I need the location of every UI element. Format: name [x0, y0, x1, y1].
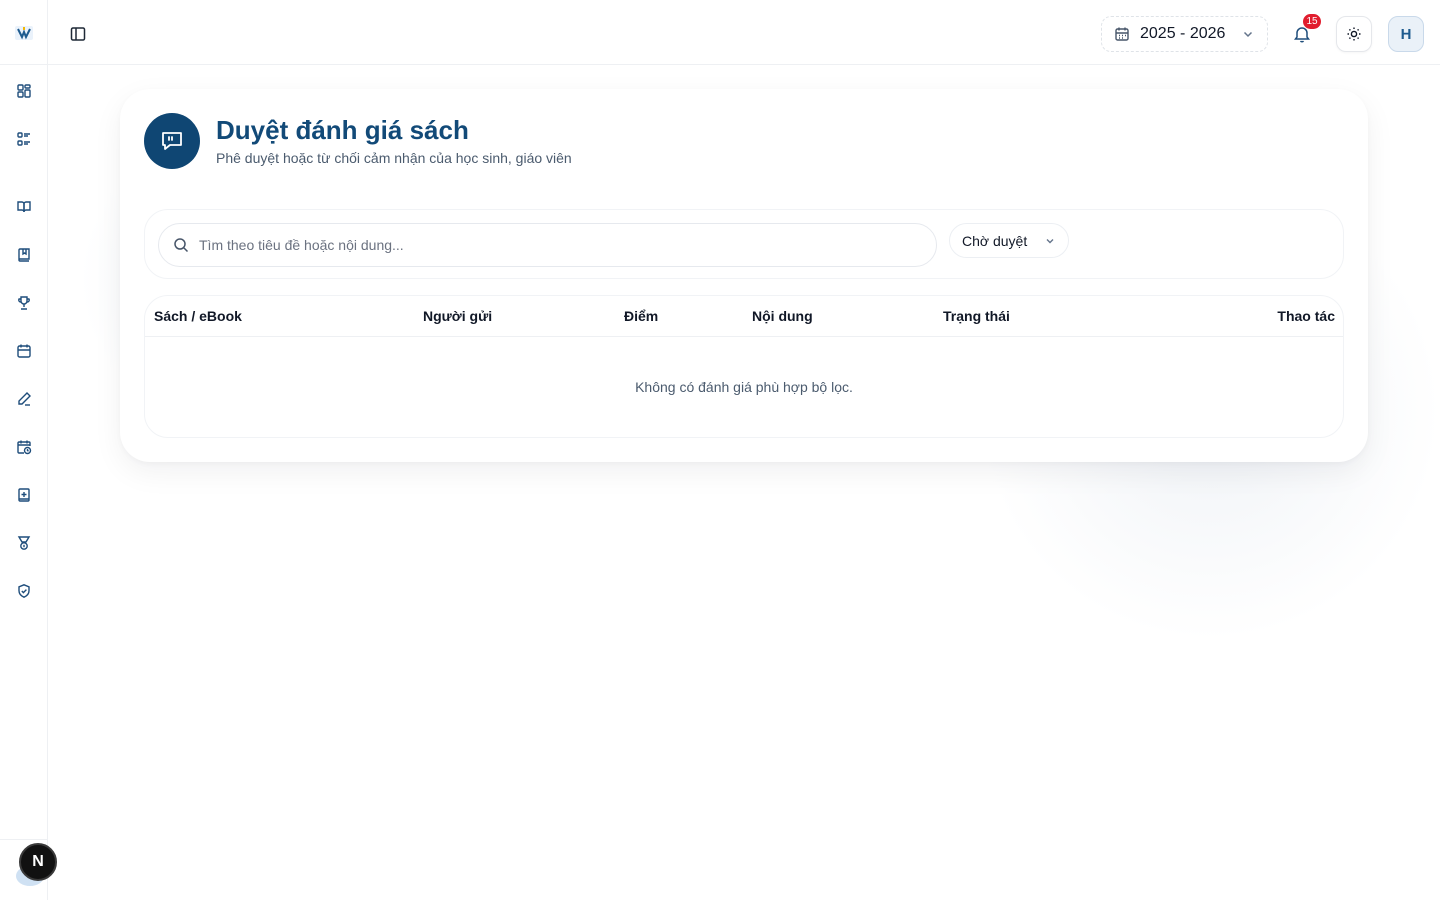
theme-toggle-button[interactable] — [1336, 16, 1372, 52]
filter-bar: Chờ duyệt — [144, 209, 1344, 279]
top-header: 2025 - 2026 15 H — [48, 0, 1440, 65]
message-quote-icon — [144, 113, 200, 169]
divider — [0, 64, 48, 65]
table-header: Sách / eBook Người gửi Điểm Nội dung Trạ… — [145, 296, 1343, 337]
book-open-icon[interactable] — [14, 197, 34, 217]
trophy-icon[interactable] — [14, 293, 34, 313]
sun-icon — [1347, 27, 1361, 41]
dashboard-icon[interactable] — [14, 81, 34, 101]
app-logo[interactable] — [14, 24, 34, 42]
search-icon — [174, 238, 189, 253]
divider — [0, 839, 48, 840]
dev-tools-button[interactable]: N — [19, 843, 57, 881]
list-icon[interactable] — [14, 129, 34, 149]
page-title: Duyệt đánh giá sách — [216, 115, 469, 145]
book-plus-icon[interactable] — [14, 485, 34, 505]
review-approval-card: Duyệt đánh giá sách Phê duyệt hoặc từ ch… — [120, 89, 1368, 462]
chevron-down-icon — [1046, 238, 1054, 243]
school-year-value: 2025 - 2026 — [1140, 25, 1226, 42]
column-header-content[interactable]: Nội dung — [752, 308, 813, 324]
medal-icon[interactable] — [14, 533, 34, 553]
status-filter-value: Chờ duyệt — [962, 232, 1028, 249]
column-header-actions: Thao tác — [1277, 308, 1335, 324]
school-year-select[interactable]: 2025 - 2026 — [1101, 16, 1268, 52]
column-header-score[interactable]: Điểm — [624, 308, 658, 324]
pen-icon[interactable] — [14, 389, 34, 409]
search-input[interactable] — [199, 237, 922, 253]
book-icon[interactable] — [14, 245, 34, 265]
column-header-book[interactable]: Sách / eBook — [154, 308, 242, 324]
sidebar-toggle-icon[interactable] — [68, 24, 88, 44]
calendar-icon — [1115, 27, 1129, 41]
calendar-icon[interactable] — [14, 341, 34, 361]
reviews-table: Sách / eBook Người gửi Điểm Nội dung Trạ… — [144, 295, 1344, 438]
shield-check-icon[interactable] — [14, 581, 34, 601]
calendar-clock-icon[interactable] — [14, 437, 34, 457]
sidebar — [0, 0, 48, 900]
page-subtitle: Phê duyệt hoặc từ chối cảm nhận của học … — [216, 150, 572, 166]
column-header-status[interactable]: Trạng thái — [943, 308, 1010, 324]
search-box[interactable] — [158, 223, 937, 267]
notification-count-badge: 15 — [1303, 14, 1321, 29]
status-filter-select[interactable]: Chờ duyệt — [949, 223, 1069, 258]
chevron-down-icon — [1243, 31, 1253, 38]
empty-state-message: Không có đánh giá phù hợp bộ lọc. — [635, 379, 853, 395]
column-header-sender[interactable]: Người gửi — [423, 308, 492, 324]
avatar[interactable]: H — [1388, 16, 1424, 52]
